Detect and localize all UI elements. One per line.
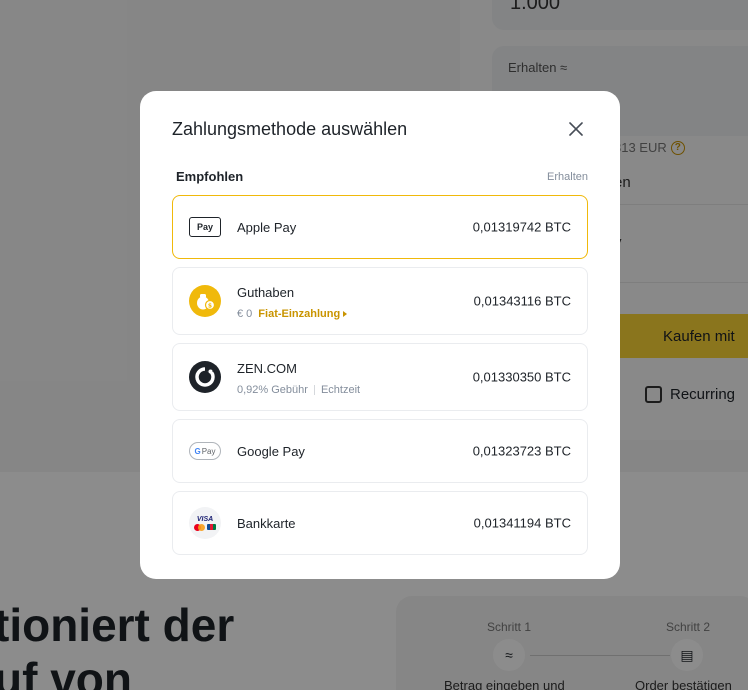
method-amount: 0,01319742 BTC	[472, 219, 571, 235]
fiat-deposit-label: Fiat-Einzahlung	[258, 308, 341, 320]
zen-logo-icon	[189, 361, 221, 393]
google-pay-icon-text: Pay	[201, 446, 216, 456]
close-icon	[569, 122, 583, 136]
coin-bag-icon: $	[189, 285, 221, 317]
method-amount: 0,01330350 BTC	[472, 369, 571, 385]
svg-text:$: $	[208, 303, 212, 310]
arrow-right-icon	[343, 311, 348, 317]
google-g-text: G	[194, 446, 201, 456]
close-button[interactable]	[564, 117, 588, 141]
payment-method-balance[interactable]: $ Guthaben € 0 Fiat-Einzahlung 0,0134311…	[172, 267, 588, 335]
apple-pay-icon-text: Pay	[196, 222, 213, 232]
speed-text: Echtzeit	[320, 384, 361, 396]
payment-method-bank-card[interactable]: VISA Bankkarte 0,01341194 BTC	[172, 491, 588, 555]
bank-card-icon: VISA	[189, 507, 221, 539]
method-amount: 0,01343116 BTC	[473, 293, 571, 309]
google-pay-icon: G Pay	[189, 435, 221, 467]
mastercard-icon	[194, 523, 205, 531]
payment-method-google-pay[interactable]: G Pay Google Pay 0,01323723 BTC	[172, 419, 588, 483]
apple-pay-icon: Pay	[189, 211, 221, 243]
method-details: 0,92% Gebühr Echtzeit	[237, 384, 360, 396]
method-amount: 0,01323723 BTC	[472, 443, 571, 459]
modal-title: Zahlungsmethode auswählen	[172, 119, 408, 139]
section-label: Empfohlen	[176, 169, 244, 184]
method-amount: 0,01341194 BTC	[473, 515, 571, 531]
method-name: Apple Pay	[237, 220, 297, 235]
payment-method-zen[interactable]: ZEN.COM 0,92% Gebühr Echtzeit 0,01330350…	[172, 343, 588, 411]
payment-method-apple-pay[interactable]: Pay Apple Pay 0,01319742 BTC	[172, 195, 588, 259]
method-name: Google Pay	[237, 444, 305, 459]
method-name: Bankkarte	[237, 516, 296, 531]
divider	[313, 385, 315, 395]
visa-logo-text: VISA	[196, 515, 214, 523]
fiat-deposit-link[interactable]: Fiat-Einzahlung	[258, 308, 348, 320]
column-header-receive: Erhalten	[547, 171, 588, 183]
method-details: € 0 Fiat-Einzahlung	[237, 308, 348, 320]
method-name: Guthaben	[237, 285, 295, 300]
payment-method-modal: Zahlungsmethode auswählen Empfohlen Erha…	[140, 91, 620, 579]
method-name: ZEN.COM	[237, 361, 297, 376]
balance-value: € 0	[237, 308, 253, 320]
jcb-icon	[207, 524, 216, 530]
fee-text: 0,92% Gebühr	[237, 384, 308, 396]
